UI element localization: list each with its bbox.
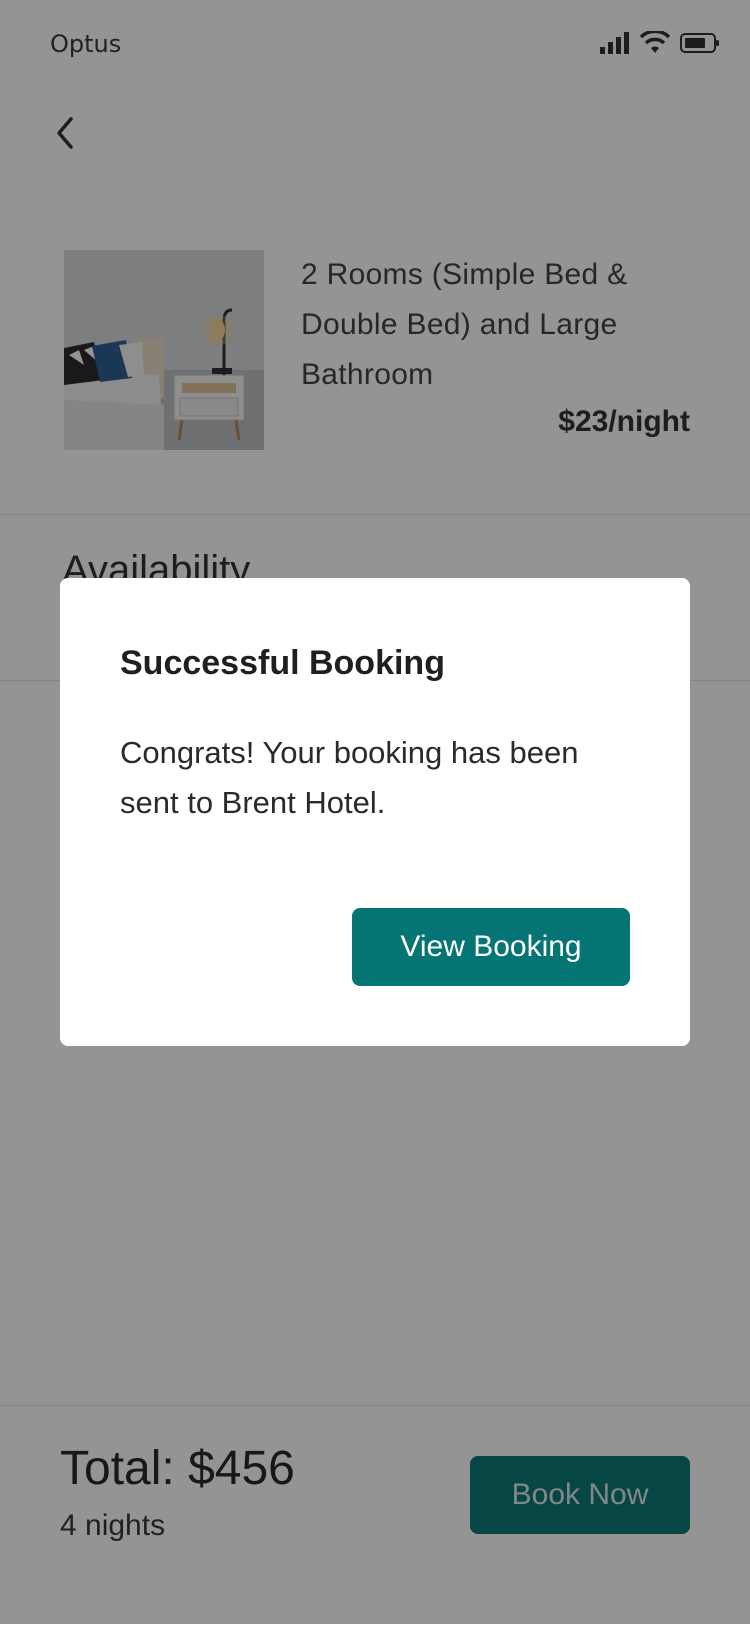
- dialog-title: Successful Booking: [120, 644, 445, 682]
- view-booking-button[interactable]: View Booking: [352, 908, 630, 986]
- dialog-message: Congrats! Your booking has been sent to …: [120, 735, 579, 820]
- booking-screen: Optus 2 Rooms (Simple Bed & Double Bed) …: [0, 0, 750, 1625]
- success-dialog: Successful Booking Congrats! Your bookin…: [60, 578, 690, 1046]
